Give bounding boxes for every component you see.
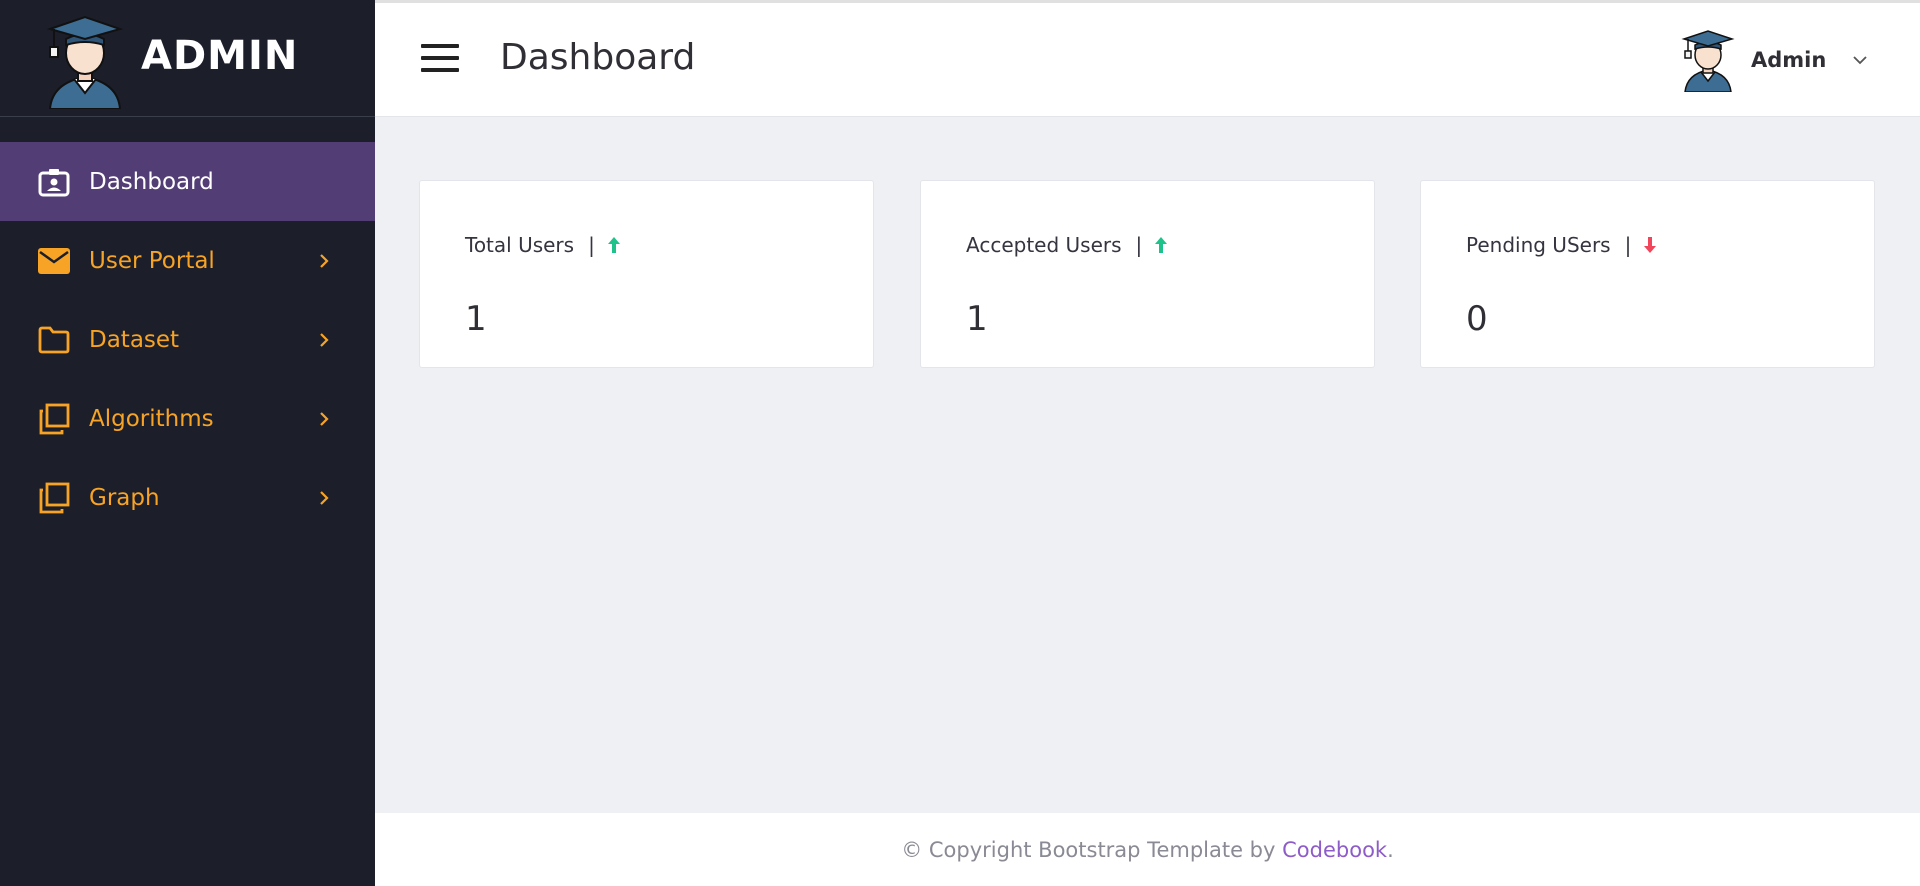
sidebar-item-label: User Portal (89, 247, 215, 274)
sidebar-item-label: Dashboard (89, 168, 214, 195)
card-title: Accepted Users (966, 233, 1122, 257)
envelope-icon (38, 246, 70, 276)
stat-card-accepted-users: Accepted Users | 1 (920, 180, 1375, 368)
sidebar: ADMIN Dashboard User Portal Dataset Algo… (0, 0, 375, 886)
card-separator: | (588, 233, 595, 257)
copy-icon (38, 403, 70, 434)
card-value: 1 (966, 299, 988, 339)
sidebar-item-algorithms[interactable]: Algorithms (0, 379, 375, 458)
chevron-right-icon (320, 411, 329, 426)
footer-suffix: . (1387, 837, 1394, 862)
user-menu[interactable]: Admin (1681, 25, 1881, 95)
stat-card-pending-users: Pending USers | 0 (1420, 180, 1875, 368)
folder-icon (38, 325, 70, 355)
card-title: Pending USers (1466, 233, 1611, 257)
sidebar-item-label: Dataset (89, 326, 180, 353)
brand-title: ADMIN (141, 33, 299, 79)
arrow-down-icon (1644, 237, 1657, 253)
footer-copyright: © Copyright Bootstrap Template by (901, 837, 1276, 862)
sidebar-item-label: Algorithms (89, 405, 214, 432)
card-title: Total Users (465, 233, 575, 257)
sidebar-item-label: Graph (89, 484, 160, 511)
chevron-down-icon (1853, 56, 1867, 65)
copy-icon (38, 482, 70, 513)
sidebar-nav: Dashboard User Portal Dataset Algorithms… (0, 142, 375, 537)
card-value: 1 (465, 299, 487, 339)
sidebar-item-user-portal[interactable]: User Portal (0, 221, 375, 300)
footer-link-codebook[interactable]: Codebook (1282, 838, 1387, 862)
topbar: Dashboard Admin (375, 3, 1920, 117)
chevron-right-icon (320, 253, 329, 268)
chevron-right-icon (320, 332, 329, 347)
footer: © Copyright Bootstrap Template by Codebo… (375, 813, 1920, 886)
arrow-up-icon (607, 237, 620, 253)
avatar (1681, 30, 1735, 92)
user-name: Admin (1751, 48, 1827, 72)
card-value: 0 (1466, 299, 1488, 339)
sidebar-item-graph[interactable]: Graph (0, 458, 375, 537)
card-separator: | (1135, 233, 1143, 257)
arrow-up-icon (1155, 237, 1168, 253)
chevron-right-icon (320, 490, 329, 505)
brand[interactable]: ADMIN (0, 3, 375, 117)
card-separator: | (1624, 233, 1632, 257)
sidebar-item-dashboard[interactable]: Dashboard (0, 142, 375, 221)
menu-toggle-icon[interactable] (421, 44, 459, 72)
id-badge-icon (38, 167, 70, 197)
stat-card-total-users: Total Users | 1 (419, 180, 874, 368)
page-title: Dashboard (500, 37, 696, 78)
graduate-avatar-logo (46, 15, 124, 109)
sidebar-item-dataset[interactable]: Dataset (0, 300, 375, 379)
